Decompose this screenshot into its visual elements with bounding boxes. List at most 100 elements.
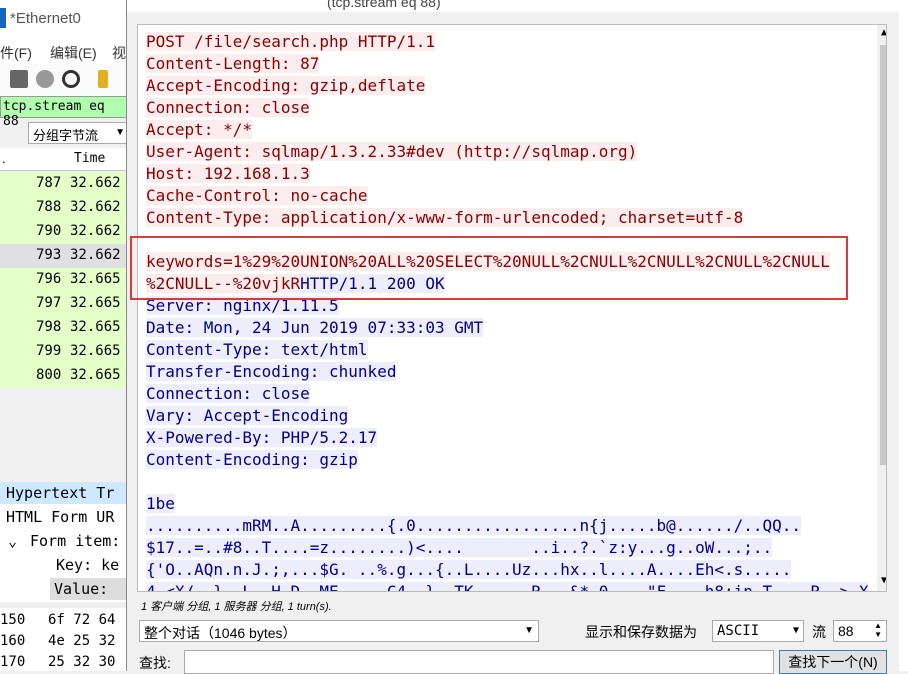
dialog-title: (tcp.stream eq 88)	[327, 0, 441, 10]
stream-content[interactable]: POST /file/search.php HTTP/1.1 Content-Le…	[137, 24, 887, 592]
expand-arrow-icon[interactable]: ⌄	[8, 532, 17, 550]
packet-row[interactable]: 790 32.662	[0, 220, 130, 244]
data-format-select[interactable]: ASCII ▼	[712, 620, 804, 642]
hex-bytes[interactable]: 25 32 30	[48, 654, 115, 670]
stream-line: Connection: close	[146, 383, 310, 405]
packet-time: 32.665	[70, 367, 121, 383]
detail-form-item-label[interactable]: Form item:	[30, 532, 120, 550]
packet-time: 32.662	[70, 247, 121, 263]
stream-line: 1be	[146, 493, 175, 515]
packet-row[interactable]: 798 32.665	[0, 316, 130, 340]
stream-line: User-Agent: sqlmap/1.3.2.33#dev (http://…	[146, 141, 638, 163]
hex-offset: 170	[0, 654, 26, 670]
menu-file[interactable]: 件(F)	[0, 43, 32, 63]
column-time-header[interactable]: Time	[74, 151, 105, 166]
server-response-text: Vary: Accept-Encoding	[146, 406, 349, 425]
client-request-text: Accept-Encoding: gzip,deflate	[146, 76, 426, 95]
stream-line: Accept: */*	[146, 119, 252, 141]
server-response-text: Transfer-Encoding: chunked	[146, 362, 397, 381]
detail-form-label[interactable]: HTML Form UR	[6, 508, 114, 526]
client-request-text: User-Agent: sqlmap/1.3.2.33#dev (http://…	[146, 142, 638, 161]
wireshark-logo-icon	[0, 8, 6, 28]
packet-no: 799	[36, 343, 62, 359]
data-format-value: ASCII	[717, 623, 760, 639]
detail-row-http[interactable]: Hypertext Tr	[0, 482, 130, 504]
packet-no: 788	[36, 199, 62, 215]
packet-no: 800	[36, 367, 62, 383]
server-response-text: Date: Mon, 24 Jun 2019 07:33:03 GMT	[146, 318, 484, 337]
server-response-text: Content-Encoding: gzip	[146, 450, 358, 469]
hex-bytes[interactable]: 6f 72 64	[48, 612, 115, 628]
conversation-select[interactable]: 整个对话（1046 bytes） ▼	[139, 620, 539, 642]
hex-offset: 150	[0, 612, 26, 628]
packet-time: 32.665	[70, 319, 121, 335]
stream-number-spinner[interactable]: 88 ▲ ▼	[833, 620, 887, 642]
packet-time: 32.665	[70, 343, 121, 359]
stream-line: Vary: Accept-Encoding	[146, 405, 349, 427]
packet-row[interactable]: 793 32.662	[0, 244, 130, 268]
stream-line: Host: 192.168.1.3	[146, 163, 310, 185]
stream-line: Content-Length: 87	[146, 53, 320, 75]
main-window-title: *Ethernet0	[10, 10, 81, 27]
packet-row[interactable]: 800 32.665	[0, 364, 130, 388]
stream-line: Connection: close	[146, 97, 310, 119]
bytes-format-combo[interactable]: 分组字节流 ▼	[28, 122, 130, 144]
packet-time: 32.665	[70, 271, 121, 287]
packet-time: 32.662	[70, 175, 121, 191]
packet-row[interactable]: 787 32.662	[0, 172, 130, 196]
menu-view[interactable]: 视	[112, 43, 126, 63]
capture-options-icon[interactable]	[62, 70, 80, 88]
stream-line: X-Powered-By: PHP/5.2.17	[146, 427, 378, 449]
server-response-text: Connection: close	[146, 384, 310, 403]
stream-line: Accept-Encoding: gzip,deflate	[146, 75, 426, 97]
restart-capture-icon[interactable]	[36, 70, 54, 88]
server-response-text: Content-Type: text/html	[146, 340, 368, 359]
find-input[interactable]	[184, 650, 774, 674]
client-request-text: Accept: */*	[146, 120, 252, 139]
stream-line: POST /file/search.php HTTP/1.1	[146, 31, 435, 53]
packet-row[interactable]: 796 32.665	[0, 268, 130, 292]
packet-no: 798	[36, 319, 62, 335]
hex-offset: 160	[0, 633, 26, 649]
spinner-arrows-icon[interactable]: ▲ ▼	[874, 621, 882, 639]
chevron-down-icon: ▼	[115, 127, 125, 138]
find-label: 查找:	[139, 655, 171, 671]
client-request-text: Connection: close	[146, 98, 310, 117]
stream-line: 4.<X/..}..L..H.D..ME.....C4..}..TK......…	[146, 581, 869, 591]
scroll-up-icon[interactable]: ▲	[881, 27, 886, 38]
client-request-text: Content-Type: application/x-www-form-url…	[146, 208, 744, 227]
detail-http-label: Hypertext Tr	[6, 484, 115, 502]
vertical-scrollbar[interactable]: ▲ ▼	[877, 25, 886, 591]
column-no-header[interactable]: .	[2, 151, 6, 166]
hex-bytes[interactable]: 4e 25 32	[48, 633, 115, 649]
stop-capture-icon[interactable]	[10, 70, 28, 88]
menu-edit[interactable]: 编辑(E)	[50, 43, 97, 63]
packet-row[interactable]: 799 32.665	[0, 340, 130, 364]
packet-row[interactable]: 788 32.662	[0, 196, 130, 220]
packet-list-header: . Time	[0, 148, 130, 171]
packet-row[interactable]: 797 32.665	[0, 292, 130, 316]
display-filter-input[interactable]: tcp.stream eq 88	[0, 96, 130, 129]
stream-line: Content-Type: application/x-www-form-url…	[146, 207, 744, 229]
packet-no: 793	[36, 247, 62, 263]
find-next-button[interactable]: 查找下一个(N)	[779, 650, 887, 674]
stream-label: 流	[812, 624, 826, 640]
packet-details-pane: Hypertext Tr HTML Form UR ⌄ Form item: K…	[0, 482, 130, 602]
detail-key-label[interactable]: Key: ke	[56, 556, 119, 574]
packet-time: 32.662	[70, 223, 121, 239]
stream-number-value: 88	[838, 623, 854, 639]
client-request-text: Cache-Control: no-cache	[146, 186, 368, 205]
detail-value-label: Value:	[54, 580, 109, 598]
background-window-edge	[898, 0, 908, 671]
stream-line: {'O..AQn.n.J.;,...$G. ..%.g...{..L....Uz…	[146, 559, 792, 581]
packet-no: 790	[36, 223, 62, 239]
packet-time: 32.662	[70, 199, 121, 215]
conversation-select-value: 整个对话（1046 bytes）	[144, 625, 297, 641]
follow-stream-dialog: (tcp.stream eq 88) POST /file/search.php…	[126, 0, 899, 674]
server-response-text: {'O..AQn.n.J.;,...$G. ..%.g...{..L....Uz…	[146, 560, 792, 579]
open-file-icon[interactable]	[98, 70, 108, 88]
scroll-down-icon[interactable]: ▼	[881, 575, 886, 586]
packet-summary: 1 客户端 分组, 1 服务器 分组, 1 turn(s).	[141, 601, 332, 613]
scrollbar-thumb[interactable]	[880, 45, 886, 465]
detail-row-value[interactable]: Value:	[50, 578, 130, 600]
